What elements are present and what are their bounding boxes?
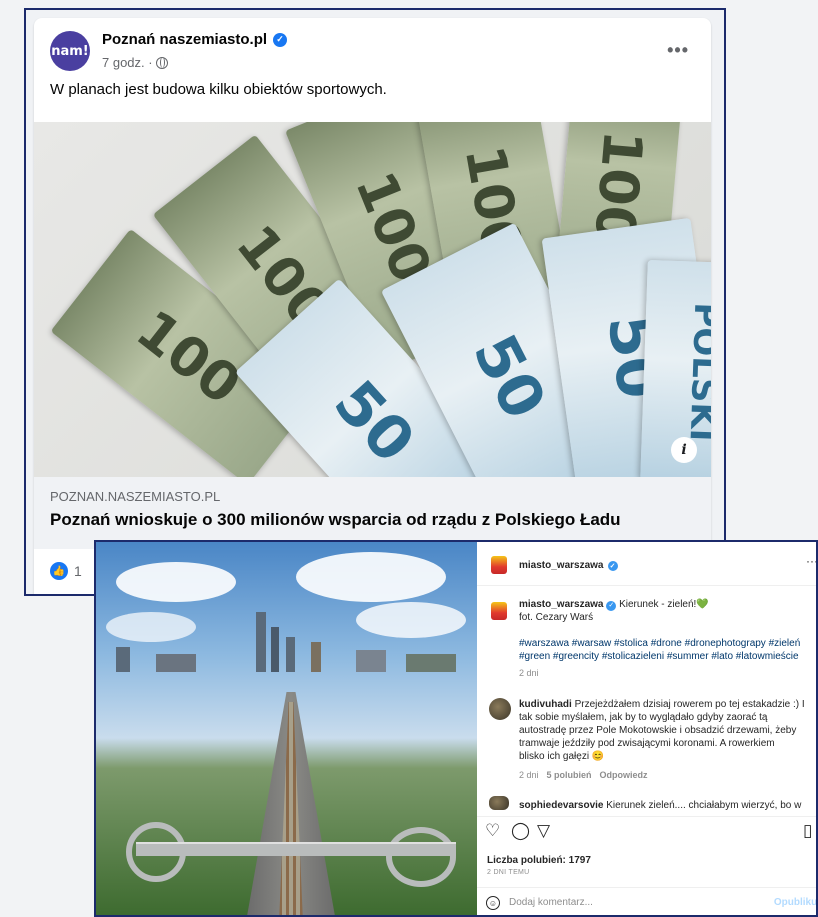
post-details-panel: miasto_warszawa ✓ ··· miasto_warszawa ✓ … xyxy=(477,542,816,915)
bookmark-icon[interactable]: ▯ xyxy=(803,823,812,840)
comment-author[interactable]: sophiedevarsovie xyxy=(519,800,603,811)
link-preview[interactable]: POZNAN.NASZEMIASTO.PL Poznań wnioskuje o… xyxy=(34,477,711,549)
skyscraper-shape xyxy=(156,654,196,672)
post-meta: 7 godz. · xyxy=(102,55,168,70)
account-name[interactable]: miasto_warszawa xyxy=(519,560,604,571)
post-header: miasto_warszawa ✓ ··· xyxy=(477,542,816,586)
comment-meta: 2 dni 5 polubień Odpowiedz xyxy=(519,770,648,780)
skyscraper-shape xyxy=(116,647,130,672)
caption-text: Kierunek - zieleń!💚 xyxy=(619,599,709,610)
comment: sophiedevarsovie Kierunek zieleń.... chc… xyxy=(519,799,816,812)
cloud-shape xyxy=(106,612,196,642)
comment-text: tak sobie myślałem, jak by to wyglądało … xyxy=(519,712,768,723)
footbridge-shape xyxy=(136,842,456,856)
globe-icon xyxy=(155,56,168,69)
caption: miasto_warszawa ✓ Kierunek - zieleń!💚 fo… xyxy=(519,598,816,624)
info-icon[interactable]: i xyxy=(671,437,697,463)
caption-author[interactable]: miasto_warszawa xyxy=(519,599,604,610)
account-name-row: miasto_warszawa ✓ xyxy=(519,560,618,571)
verified-badge-icon: ✓ xyxy=(273,32,288,47)
page-name-link[interactable]: Poznań naszemiasto.pl xyxy=(102,31,267,48)
post-date: 2 DNI TEMU xyxy=(487,869,530,876)
more-options-button[interactable]: ••• xyxy=(667,40,689,61)
caption-avatar[interactable] xyxy=(491,602,507,620)
comment-text: blisko ich gałęzi 😊 xyxy=(519,751,605,762)
comment-input[interactable]: Dodaj komentarz... xyxy=(509,897,593,908)
page-name-row: Poznań naszemiasto.pl ✓ xyxy=(102,31,288,48)
account-avatar[interactable] xyxy=(491,556,507,574)
likes-count[interactable]: Liczba polubień: 1797 xyxy=(487,855,591,866)
facebook-post-frame: nam! Poznań naszemiasto.pl ✓ 7 godz. · •… xyxy=(24,8,726,596)
hashtags[interactable]: #warszawa #warsaw #stolica #drone #drone… xyxy=(519,637,816,663)
post-header: nam! Poznań naszemiasto.pl ✓ 7 godz. · •… xyxy=(34,18,711,98)
facebook-post-card: nam! Poznań naszemiasto.pl ✓ 7 godz. · •… xyxy=(34,18,711,594)
cloud-shape xyxy=(296,552,446,602)
comment-text: autostradę przez Pole Mokotowskie i obsa… xyxy=(519,725,797,736)
skyscraper-shape xyxy=(311,642,321,672)
reaction-count: 1 xyxy=(74,563,82,579)
commenter-avatar[interactable] xyxy=(489,698,511,720)
comment-age: 2 dni xyxy=(519,770,539,780)
comment-likes[interactable]: 5 polubień xyxy=(547,770,592,780)
like-icon: 👍 xyxy=(50,562,68,580)
page-avatar[interactable]: nam! xyxy=(50,31,90,71)
comment-text: Kierunek zieleń.... chciałabym wierzyć, … xyxy=(606,800,802,811)
bridge-ramp-shape xyxy=(386,827,456,887)
skyscraper-shape xyxy=(356,650,386,672)
add-comment-bar: ☺ Dodaj komentarz... Opublikuj xyxy=(477,887,816,915)
link-domain: POZNAN.NASZEMIASTO.PL xyxy=(50,489,221,504)
reactions-summary[interactable]: 👍 1 xyxy=(50,562,82,580)
comment-text: Przejeżdżałem dzisiaj rowerem po tej est… xyxy=(574,699,805,710)
hashtags-line: #warszawa #warsaw #stolica #drone #drone… xyxy=(519,638,801,649)
more-options-button[interactable]: ··· xyxy=(806,554,816,568)
verified-badge-icon: ✓ xyxy=(607,560,618,571)
post-time[interactable]: 7 godz. · xyxy=(102,55,153,70)
caption-age: 2 dni xyxy=(519,668,539,678)
action-bar: ♡ ◯ ▽ ▯ xyxy=(477,816,816,840)
commenter-avatar[interactable] xyxy=(489,796,509,810)
banknote-inscription: POLSKI xyxy=(681,301,711,443)
smile-icon[interactable]: ☺ xyxy=(486,896,500,910)
banknote-denomination: 50 xyxy=(458,323,560,431)
comment-author[interactable]: kudivuhadi xyxy=(519,699,572,710)
hashtags-line: #green #greencity #stolicazieleni #summe… xyxy=(519,651,799,662)
publish-button[interactable]: Opublikuj xyxy=(774,897,816,908)
photo-credit: fot. Cezary Warś xyxy=(519,612,594,623)
skyscraper-shape xyxy=(271,627,279,672)
heart-icon[interactable]: ♡ xyxy=(485,823,500,840)
link-headline[interactable]: Poznań wnioskuje o 300 milionów wsparcia… xyxy=(50,510,621,530)
cloud-shape xyxy=(116,562,236,602)
comment-text: tramwaje jeździły pod zwisającymi korona… xyxy=(519,738,775,749)
skyscraper-shape xyxy=(256,612,266,672)
banknote-denomination: 50 xyxy=(320,367,428,477)
skyscraper-shape xyxy=(286,637,295,672)
comment: kudivuhadi Przejeżdżałem dzisiaj rowerem… xyxy=(519,698,816,763)
post-image[interactable]: 100 100 100 100 100 50 50 50 POLSKI i xyxy=(34,122,711,477)
post-photo[interactable] xyxy=(96,542,477,915)
instagram-post-frame: miasto_warszawa ✓ ··· miasto_warszawa ✓ … xyxy=(94,540,818,917)
post-text: W planach jest budowa kilku obiektów spo… xyxy=(50,81,387,98)
skyscraper-shape xyxy=(406,654,456,672)
share-icon[interactable]: ▽ xyxy=(537,823,550,840)
reply-button[interactable]: Odpowiedz xyxy=(600,770,648,780)
cloud-shape xyxy=(356,602,466,638)
verified-badge-icon: ✓ xyxy=(606,600,617,611)
comment-icon[interactable]: ◯ xyxy=(511,823,530,840)
